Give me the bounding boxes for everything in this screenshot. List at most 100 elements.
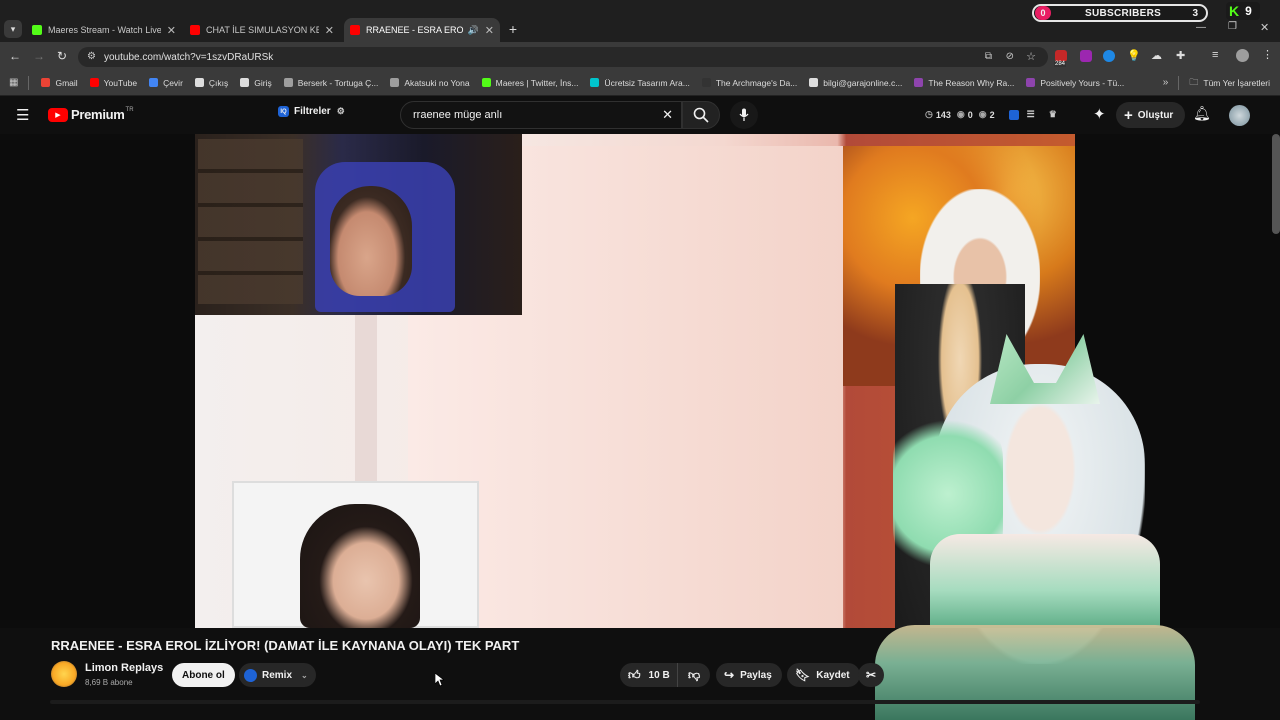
folder-icon: 🗀 bbox=[1189, 76, 1199, 87]
subscribe-label: Abone ol bbox=[182, 669, 225, 681]
reading-list-icon[interactable]: ≡ bbox=[1212, 49, 1218, 61]
bookmark-item[interactable]: Gmail bbox=[41, 78, 78, 88]
bookmark-favicon-icon bbox=[283, 78, 293, 87]
create-button[interactable]: + Oluştur bbox=[1116, 102, 1186, 128]
site-info-icon[interactable]: ⚙ bbox=[87, 51, 96, 62]
bookmark-favicon-icon bbox=[809, 78, 819, 87]
chevron-down-icon: ⌄ bbox=[301, 670, 308, 680]
bottom-strip bbox=[50, 700, 1200, 704]
forward-icon[interactable]: → bbox=[33, 49, 45, 63]
extension-light-icon[interactable]: 💡 bbox=[1127, 49, 1141, 62]
url-text: youtube.com/watch?v=1szvDRaURSk bbox=[104, 51, 274, 63]
more-bookmarks-icon[interactable]: » bbox=[1163, 77, 1169, 88]
extension-blue-icon[interactable] bbox=[1103, 50, 1115, 62]
apps-grid-icon[interactable]: ▦ bbox=[9, 77, 18, 88]
search-button[interactable] bbox=[682, 101, 720, 129]
extension-iq-icon[interactable] bbox=[1008, 109, 1019, 120]
bookmark-label: Akatsuki no Yona bbox=[404, 77, 470, 88]
install-app-icon[interactable]: ⧉ bbox=[985, 51, 992, 62]
gemini-icon[interactable]: ✦ bbox=[1093, 105, 1106, 123]
close-tab-icon[interactable]: ✕ bbox=[167, 24, 176, 37]
bookmark-favicon-icon bbox=[701, 78, 711, 87]
bookmark-item[interactable]: The Reason Why Ra... bbox=[914, 78, 1014, 88]
tab-rraenee-active[interactable]: RRAENEE - ESRA EROL İZLİ 🔊 ✕ bbox=[344, 18, 500, 42]
bookmark-item[interactable]: Ücretsiz Tasarım Ara... bbox=[590, 78, 690, 88]
clear-search-icon[interactable]: ✕ bbox=[662, 107, 673, 123]
tab-maeres-stream[interactable]: Maeres Stream - Watch Live o ✕ bbox=[26, 18, 182, 42]
share-button[interactable]: ↪ Paylaş bbox=[716, 663, 782, 687]
youtube-icon bbox=[350, 25, 360, 35]
eye-off-icon[interactable]: ⊘ bbox=[1006, 51, 1014, 62]
subscribe-button[interactable]: Abone ol bbox=[172, 663, 235, 687]
browser-menu-icon[interactable]: ⋮ bbox=[1262, 48, 1273, 61]
trophy-icon[interactable]: ♛ bbox=[1049, 109, 1057, 120]
bookmark-star-icon[interactable]: ☆ bbox=[1026, 50, 1036, 63]
address-bar[interactable]: ⚙ youtube.com/watch?v=1szvDRaURSk ⧉ ⊘ ☆ bbox=[78, 47, 1048, 67]
search-query: rraenee müge anlı bbox=[413, 109, 503, 121]
bookmark-item[interactable]: Maeres | Twitter, İns... bbox=[481, 78, 578, 88]
extension-purple-icon[interactable] bbox=[1080, 50, 1092, 62]
list-icon[interactable]: ☰ bbox=[1027, 109, 1035, 120]
bookmark-item[interactable]: Çıkış bbox=[194, 78, 228, 88]
hamburger-menu-icon[interactable]: ☰ bbox=[16, 106, 29, 124]
filters-button[interactable]: IQ Filtreler ⚙ bbox=[278, 106, 345, 117]
bookmark-icon: 🔖︎ bbox=[795, 668, 811, 682]
video-player[interactable] bbox=[0, 134, 1280, 664]
bookmark-item[interactable]: Akatsuki no Yona bbox=[390, 77, 470, 88]
page-scrollbar[interactable] bbox=[1272, 134, 1280, 234]
bookmark-item[interactable]: Çevir bbox=[149, 78, 183, 88]
reload-icon[interactable]: ↻ bbox=[57, 49, 67, 63]
youtube-logo[interactable]: ▶ Premium TR bbox=[48, 107, 134, 122]
back-icon[interactable]: ← bbox=[9, 49, 21, 63]
bookmark-label: bilgi@garajonline.c... bbox=[823, 77, 903, 88]
close-tab-icon[interactable]: ✕ bbox=[485, 24, 494, 37]
dislike-button[interactable]: 👎︎ bbox=[677, 663, 711, 687]
extension-cloud-icon[interactable]: ☁ bbox=[1151, 49, 1162, 62]
stat-a: 0 bbox=[967, 109, 973, 120]
like-button[interactable]: 👍︎ 10 B bbox=[620, 663, 680, 687]
audio-playing-icon[interactable]: 🔊 bbox=[468, 25, 479, 36]
maximize-icon[interactable]: ❐ bbox=[1228, 21, 1237, 32]
youtube-icon bbox=[190, 25, 200, 35]
kick-icon bbox=[32, 25, 42, 35]
microphone-icon bbox=[739, 108, 749, 121]
tab-search-button[interactable]: ▾ bbox=[4, 20, 22, 38]
bookmark-item[interactable]: Giriş bbox=[240, 78, 272, 88]
youtube-country-code: TR bbox=[125, 106, 134, 113]
bookmark-item[interactable]: The Archmage's Da... bbox=[701, 78, 797, 88]
bookmark-item[interactable]: YouTube bbox=[89, 78, 137, 88]
bookmark-item[interactable]: bilgi@garajonline.c... bbox=[809, 78, 902, 88]
stat-b: 2 bbox=[989, 109, 995, 120]
new-tab-button[interactable]: + bbox=[504, 20, 522, 38]
bookmark-item[interactable]: Positively Yours - Tü... bbox=[1026, 78, 1124, 88]
video-title: RRAENEE - ESRA EROL İZLİYOR! (DAMAT İLE … bbox=[51, 638, 520, 653]
save-button[interactable]: 🔖︎ Kaydet bbox=[787, 663, 860, 687]
clip-button[interactable]: ✂ bbox=[858, 663, 885, 687]
youtube-logo-text: Premium bbox=[71, 107, 125, 122]
search-icon bbox=[693, 107, 709, 123]
close-tab-icon[interactable]: ✕ bbox=[325, 24, 334, 37]
bookmark-favicon-icon bbox=[914, 78, 924, 87]
notifications-bell-icon[interactable]: 🔔︎ bbox=[1193, 105, 1211, 122]
all-bookmarks-link[interactable]: Tüm Yer İşaretleri bbox=[1203, 78, 1270, 88]
kick-count: 9 bbox=[1245, 4, 1252, 18]
minimize-icon[interactable]: — bbox=[1196, 22, 1206, 33]
extensions-puzzle-icon[interactable]: ✚ bbox=[1176, 49, 1185, 62]
bookmark-item[interactable]: Berserk - Tortuga Ç... bbox=[283, 78, 378, 88]
close-window-icon[interactable]: ✕ bbox=[1260, 21, 1269, 34]
divider bbox=[1178, 75, 1180, 90]
bookmark-favicon-icon bbox=[1026, 78, 1036, 87]
profile-avatar-icon[interactable] bbox=[1236, 49, 1249, 62]
channel-name[interactable]: Limon Replays bbox=[85, 662, 163, 674]
bookmark-favicon-icon bbox=[41, 78, 51, 87]
remix-label: Remix bbox=[262, 669, 293, 681]
account-avatar[interactable] bbox=[1229, 105, 1250, 126]
channel-avatar[interactable] bbox=[51, 661, 77, 687]
voice-search-button[interactable] bbox=[730, 101, 758, 129]
eye-icon: ◉ bbox=[956, 109, 965, 119]
bookmark-label: Positively Yours - Tü... bbox=[1040, 77, 1125, 88]
remix-button[interactable]: Remix ⌄ bbox=[239, 663, 316, 687]
search-input[interactable]: rraenee müge anlı ✕ bbox=[400, 101, 682, 129]
inset-person bbox=[300, 504, 420, 628]
tab-chat-simulasyon[interactable]: CHAT İLE SIMULASYON KEYFİ | ✕ bbox=[184, 18, 340, 42]
